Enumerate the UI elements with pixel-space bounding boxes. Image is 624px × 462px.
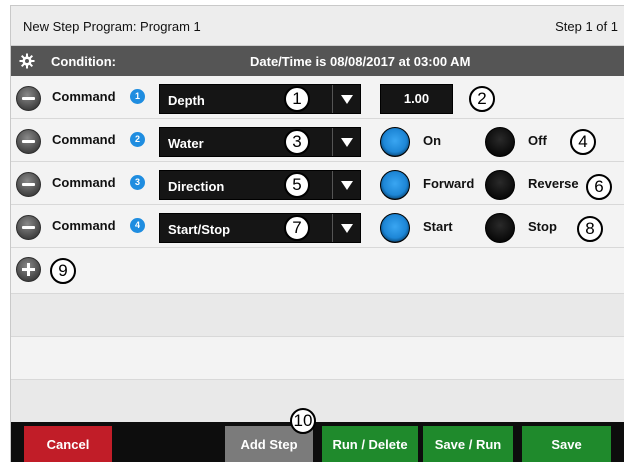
command-label: Command (52, 89, 116, 104)
dropdown-arrow-icon[interactable] (332, 85, 360, 113)
dropdown-arrow-icon[interactable] (332, 171, 360, 199)
title-bar: New Step Program: Program 1 Step 1 of 1 (11, 6, 624, 46)
command-1-select-value: Depth (168, 93, 205, 108)
add-command-button[interactable] (16, 257, 41, 282)
callout-6: 6 (586, 174, 612, 200)
command-row-1: Command 1 Depth 1.00 (11, 76, 624, 119)
command-number-badge: 2 (130, 132, 145, 147)
callout-8: 8 (577, 216, 603, 242)
remove-command-2-button[interactable] (16, 129, 41, 154)
step-counter: Step 1 of 1 (555, 19, 618, 34)
command-4-select[interactable]: Start/Stop (159, 213, 361, 243)
gear-icon[interactable] (19, 53, 35, 69)
remove-command-1-button[interactable] (16, 86, 41, 111)
remove-command-4-button[interactable] (16, 215, 41, 240)
water-on-label: On (423, 133, 442, 148)
command-label: Command (52, 175, 116, 190)
save-button[interactable]: Save (522, 426, 611, 462)
action-bar: Cancel Add Step Run / Delete Save / Run … (11, 422, 624, 462)
callout-5: 5 (284, 172, 310, 198)
run-delete-button[interactable]: Run / Delete (322, 426, 418, 462)
command-1-select[interactable]: Depth (159, 84, 361, 114)
cancel-button[interactable]: Cancel (24, 426, 112, 462)
command-row-2: Command 2 Water On Off (11, 119, 624, 162)
add-command-row (11, 248, 624, 294)
step-program-screen: New Step Program: Program 1 Step 1 of 1 … (10, 5, 624, 462)
command-2-select[interactable]: Water (159, 127, 361, 157)
empty-row (11, 380, 624, 422)
callout-10: 10 (290, 408, 316, 434)
stop-label: Stop (528, 219, 557, 234)
command-3-select[interactable]: Direction (159, 170, 361, 200)
command-label: Command (52, 132, 116, 147)
callout-2: 2 (469, 86, 495, 112)
callout-9: 9 (50, 258, 76, 284)
command-4-select-value: Start/Stop (168, 222, 231, 237)
callout-1: 1 (284, 86, 310, 112)
depth-value-input[interactable]: 1.00 (380, 84, 453, 114)
command-number-badge: 3 (130, 175, 145, 190)
command-3-select-value: Direction (168, 179, 225, 194)
command-2-select-value: Water (168, 136, 204, 151)
dropdown-arrow-icon[interactable] (332, 214, 360, 242)
empty-row (11, 294, 624, 337)
command-row-4: Command 4 Start/Stop Start Stop (11, 205, 624, 248)
water-on-radio[interactable] (380, 127, 410, 157)
direction-forward-label: Forward (423, 176, 475, 191)
callout-7: 7 (284, 215, 310, 241)
command-number-badge: 1 (130, 89, 145, 104)
callout-4: 4 (570, 129, 596, 155)
direction-reverse-label: Reverse (528, 176, 579, 191)
callout-3: 3 (284, 129, 310, 155)
water-off-label: Off (528, 133, 547, 148)
water-off-radio[interactable] (485, 127, 515, 157)
stop-radio[interactable] (485, 213, 515, 243)
condition-label: Condition: (51, 54, 116, 69)
dropdown-arrow-icon[interactable] (332, 128, 360, 156)
direction-reverse-radio[interactable] (485, 170, 515, 200)
command-row-3: Command 3 Direction Forward Reverse (11, 162, 624, 205)
empty-row (11, 337, 624, 380)
start-radio[interactable] (380, 213, 410, 243)
save-run-button[interactable]: Save / Run (423, 426, 513, 462)
command-label: Command (52, 218, 116, 233)
condition-text: Date/Time is 08/08/2017 at 03:00 AM (250, 54, 471, 69)
command-number-badge: 4 (130, 218, 145, 233)
remove-command-3-button[interactable] (16, 172, 41, 197)
start-label: Start (423, 219, 453, 234)
page-title: New Step Program: Program 1 (23, 19, 201, 34)
direction-forward-radio[interactable] (380, 170, 410, 200)
condition-bar[interactable]: Condition: Date/Time is 08/08/2017 at 03… (11, 46, 624, 76)
